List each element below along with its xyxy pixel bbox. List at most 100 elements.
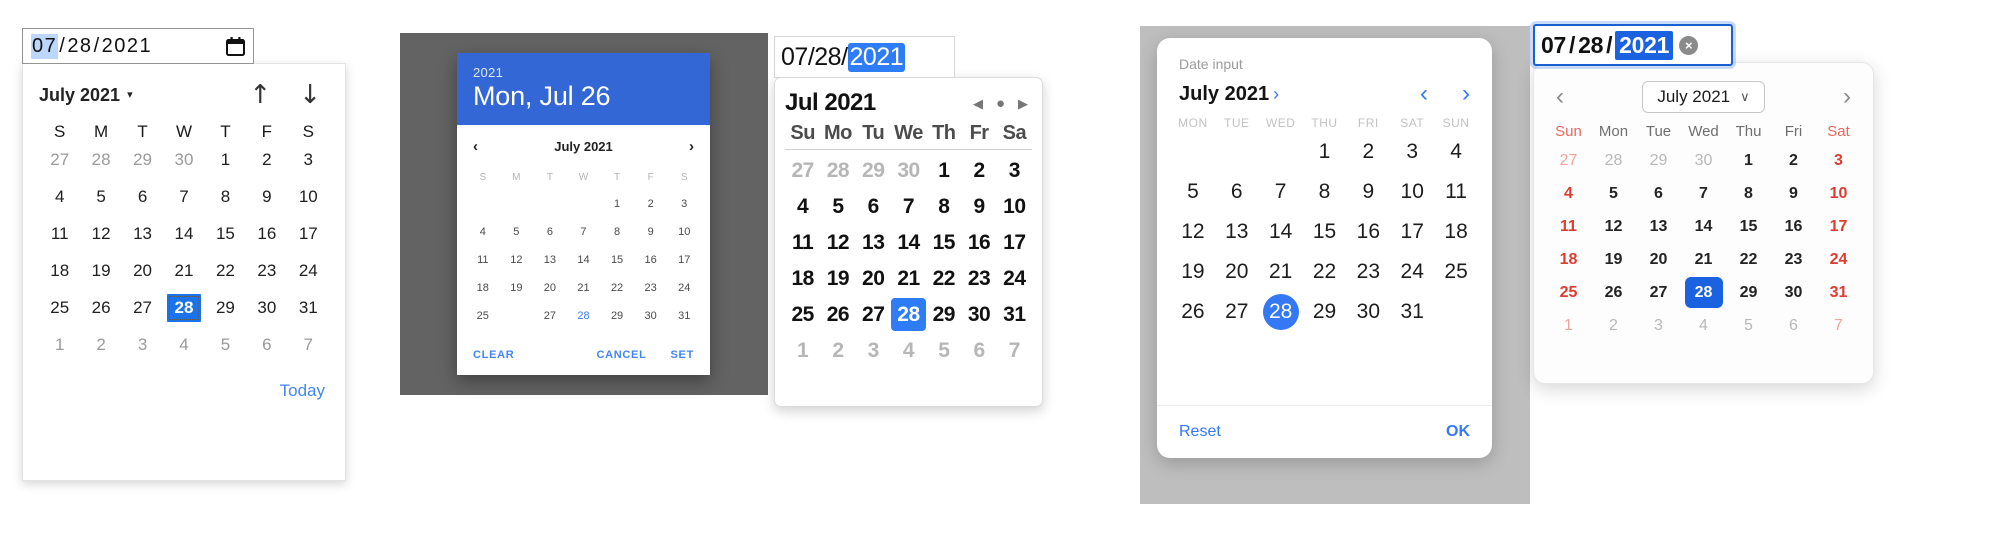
day-cell[interactable]: 4 <box>1546 178 1591 209</box>
day-cell[interactable]: 10 <box>997 190 1032 223</box>
day-cell[interactable]: 6 <box>1771 310 1816 341</box>
day-segment[interactable]: 28 <box>67 35 92 58</box>
day-cell[interactable]: 6 <box>1636 178 1681 209</box>
day-cell[interactable]: 19 <box>1171 254 1215 290</box>
day-cell[interactable]: 29 <box>1303 294 1347 330</box>
day-cell[interactable]: 29 <box>122 146 163 174</box>
day-cell[interactable]: 5 <box>1171 174 1215 210</box>
day-cell[interactable]: 7 <box>891 190 926 223</box>
day-cell[interactable]: 12 <box>1171 214 1215 250</box>
year-segment[interactable]: 2021 <box>847 42 906 72</box>
day-cell[interactable]: 4 <box>163 331 204 359</box>
day-cell[interactable]: 1 <box>785 334 820 367</box>
day-cell[interactable]: 9 <box>246 183 287 211</box>
day-cell[interactable]: 20 <box>533 277 567 299</box>
day-cell[interactable]: 14 <box>1259 214 1303 250</box>
day-cell[interactable]: 1 <box>600 193 634 215</box>
day-cell[interactable]: 17 <box>288 220 329 248</box>
day-cell[interactable]: 20 <box>856 262 891 295</box>
date-input-chrome[interactable]: 07 / 28 / 2021 <box>22 28 254 64</box>
day-cell[interactable]: 7 <box>288 331 329 359</box>
day-cell[interactable]: 27 <box>856 298 891 331</box>
ok-button[interactable]: OK <box>1446 423 1470 441</box>
day-cell[interactable]: 19 <box>500 277 534 299</box>
year-segment[interactable]: 2021 <box>1615 30 1674 60</box>
day-cell[interactable]: 22 <box>1726 244 1771 275</box>
day-cell[interactable]: 27 <box>785 154 820 187</box>
day-cell[interactable]: 23 <box>961 262 996 295</box>
day-cell[interactable]: 29 <box>926 298 961 331</box>
day-cell[interactable]: 30 <box>1681 145 1726 176</box>
day-cell[interactable]: 6 <box>122 183 163 211</box>
day-cell[interactable]: 4 <box>785 190 820 223</box>
day-cell[interactable]: 28 <box>1591 145 1636 176</box>
day-cell[interactable]: 25 <box>39 294 80 322</box>
day-cell[interactable]: 9 <box>961 190 996 223</box>
day-cell[interactable]: 24 <box>288 257 329 285</box>
day-cell[interactable]: 30 <box>634 305 668 327</box>
day-cell[interactable]: 2 <box>80 331 121 359</box>
day-cell[interactable]: 1 <box>1546 310 1591 341</box>
day-cell[interactable]: 26 <box>1171 294 1215 330</box>
today-link[interactable]: Today <box>39 381 329 401</box>
day-cell-selected[interactable]: 26 <box>500 305 534 327</box>
reset-button[interactable]: Reset <box>1179 423 1221 441</box>
chevron-down-icon[interactable]: ▾ <box>127 89 133 101</box>
day-cell[interactable]: 10 <box>288 183 329 211</box>
day-cell[interactable]: 14 <box>1681 211 1726 242</box>
day-cell[interactable]: 2 <box>1591 310 1636 341</box>
day-cell[interactable]: 23 <box>1346 254 1390 290</box>
day-cell[interactable]: 30 <box>1346 294 1390 330</box>
clear-button[interactable]: CLEAR <box>473 349 514 361</box>
day-cell[interactable]: 25 <box>785 298 820 331</box>
day-cell[interactable]: 2 <box>634 193 668 215</box>
day-cell[interactable]: 18 <box>39 257 80 285</box>
header-year[interactable]: 2021 <box>473 65 694 80</box>
day-cell[interactable]: 17 <box>667 249 701 271</box>
day-cell[interactable]: 3 <box>667 193 701 215</box>
month-segment[interactable]: 07 <box>1541 32 1566 59</box>
day-cell[interactable]: 4 <box>1434 134 1478 170</box>
day-cell[interactable]: 1 <box>1303 134 1347 170</box>
day-cell[interactable]: 22 <box>1303 254 1347 290</box>
day-cell[interactable]: 28 <box>80 146 121 174</box>
day-cell[interactable]: 6 <box>533 221 567 243</box>
day-cell[interactable]: 28 <box>820 154 855 187</box>
day-cell-selected[interactable]: 28 <box>1259 294 1303 330</box>
day-cell[interactable]: 1 <box>1726 145 1771 176</box>
day-cell[interactable]: 27 <box>1636 277 1681 308</box>
chevron-right-icon[interactable]: › <box>689 138 694 155</box>
day-cell[interactable]: 8 <box>600 221 634 243</box>
date-input-safari[interactable]: 07 / 28 / 2021 <box>774 36 955 78</box>
chevron-right-icon[interactable]: › <box>1462 82 1470 106</box>
month-year-label[interactable]: July 2021 › <box>1179 83 1279 106</box>
day-cell[interactable]: 21 <box>891 262 926 295</box>
day-cell[interactable]: 27 <box>533 305 567 327</box>
day-cell[interactable]: 5 <box>1591 178 1636 209</box>
day-cell[interactable]: 12 <box>80 220 121 248</box>
day-cell[interactable]: 18 <box>1434 214 1478 250</box>
chevron-left-icon[interactable]: ‹ <box>1420 82 1428 106</box>
day-cell[interactable]: 23 <box>246 257 287 285</box>
day-cell[interactable]: 11 <box>466 249 500 271</box>
day-cell[interactable]: 2 <box>961 154 996 187</box>
day-cell[interactable]: 30 <box>891 154 926 187</box>
day-cell[interactable]: 26 <box>80 294 121 322</box>
day-cell[interactable]: 2 <box>820 334 855 367</box>
day-cell[interactable]: 31 <box>667 305 701 327</box>
day-cell[interactable]: 9 <box>1346 174 1390 210</box>
day-cell[interactable]: 31 <box>1390 294 1434 330</box>
day-cell-selected[interactable]: 28 <box>890 298 926 331</box>
day-cell[interactable]: 19 <box>1591 244 1636 275</box>
day-cell[interactable]: 15 <box>1303 214 1347 250</box>
day-cell[interactable]: 22 <box>926 262 961 295</box>
day-cell[interactable]: 14 <box>891 226 926 259</box>
circle-dot-icon[interactable]: ● <box>996 96 1005 111</box>
month-segment[interactable]: 07 <box>781 43 808 72</box>
day-cell[interactable]: 22 <box>205 257 246 285</box>
day-cell[interactable]: 24 <box>667 277 701 299</box>
day-cell[interactable]: 3 <box>1390 134 1434 170</box>
clear-icon[interactable]: × <box>1679 35 1699 55</box>
day-cell[interactable]: 3 <box>997 154 1032 187</box>
day-cell[interactable]: 11 <box>39 220 80 248</box>
